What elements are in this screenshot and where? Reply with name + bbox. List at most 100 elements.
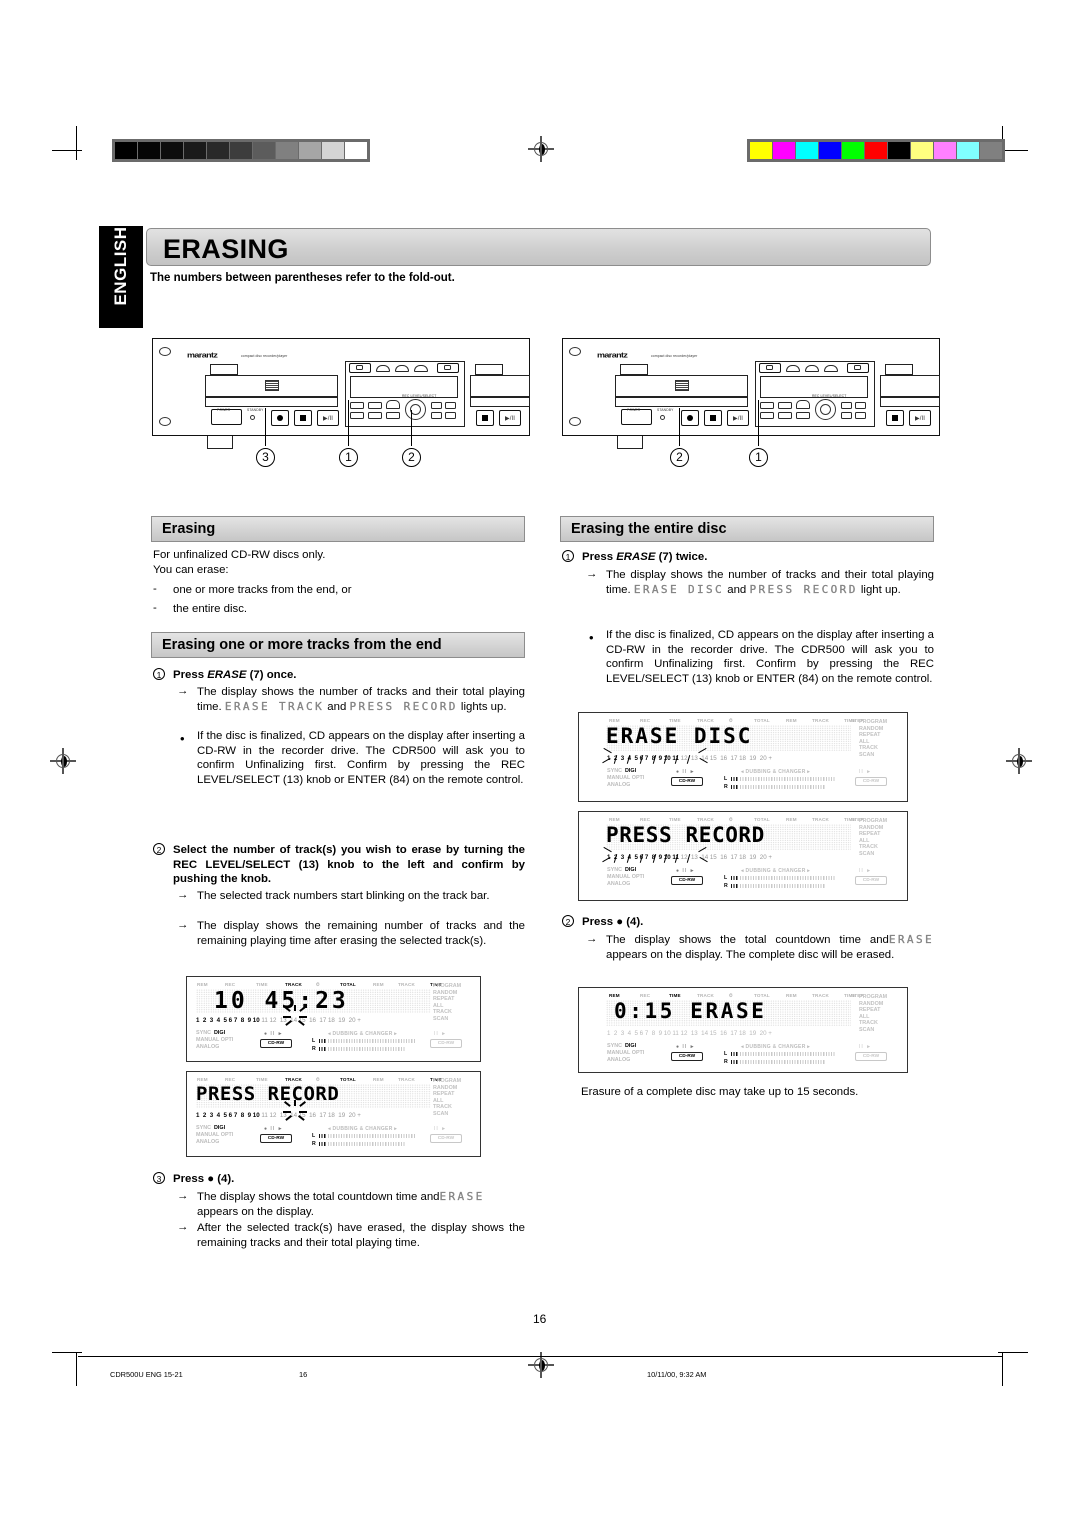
crop-mark-bl-v — [76, 1352, 78, 1386]
function-button-2[interactable] — [395, 365, 409, 372]
skip-next-button[interactable] — [855, 412, 866, 419]
lcd-label-rem: REM — [609, 718, 620, 723]
lcd-meter-left-label: L — [724, 776, 728, 782]
lcd-label-rem: REM — [197, 1077, 208, 1082]
finalize-button[interactable] — [796, 400, 810, 409]
page-title: ERASING — [163, 234, 289, 264]
button-row2-a[interactable] — [431, 402, 442, 409]
grayscale-swatch — [138, 142, 160, 159]
function-button-1[interactable] — [786, 365, 800, 372]
button-row2-b[interactable] — [855, 402, 866, 409]
skip-prev-button[interactable] — [841, 412, 852, 419]
skip-next-button[interactable] — [445, 412, 456, 419]
lcd-transport-icons-aux: II ► — [859, 868, 873, 874]
menu-button[interactable] — [368, 402, 382, 409]
lcd-meter-right-bars-hot — [731, 1060, 739, 1064]
color-calibration-bar — [747, 139, 1005, 162]
lcd-meter-left-bars — [740, 777, 835, 781]
lcd-meter-right-bars — [328, 1047, 406, 1051]
recorder-disc-tray — [470, 375, 530, 397]
lcd-meter-left-bars — [740, 876, 835, 880]
button-row2-a[interactable] — [841, 402, 852, 409]
registration-mark-top — [528, 136, 554, 162]
lcd-meter-left-bars-hot — [731, 876, 739, 880]
recorder-tray-label — [475, 364, 503, 375]
step-3-arrow-b: appears on the display. — [197, 1205, 314, 1218]
recorder-tray-label — [885, 364, 913, 375]
step-1-arrow-marker-left: → — [177, 685, 189, 697]
color-swatch — [957, 142, 979, 159]
player-tray-label — [620, 364, 648, 375]
step-2r-title-pre: Press — [582, 916, 617, 928]
player-lower-slot — [205, 397, 338, 407]
rack-screw-icon — [569, 347, 581, 356]
callout-leader-3 — [265, 408, 267, 446]
button-row1-e[interactable] — [778, 412, 792, 419]
lcd-label-total: TOTAL — [754, 718, 770, 723]
step-3-title-post: (4). — [214, 1173, 235, 1185]
step-2-title-left: Select the number of track(s) you wish t… — [173, 844, 525, 886]
grayscale-swatch — [115, 142, 137, 159]
lcd-cdrw-badge: CD-RW — [671, 1052, 703, 1061]
erasing-bullet-1: one or more tracks from the end, or — [173, 584, 352, 596]
color-swatch — [819, 142, 841, 159]
rack-screw-icon — [159, 347, 171, 356]
button-row1-f[interactable] — [796, 412, 810, 419]
lcd-label-rem: REM — [197, 982, 208, 987]
step-3-arrow1-text-left: The display shows the total countdown ti… — [197, 1190, 525, 1219]
lcd-source-labels: SYNC DIGI MANUAL OPTI ANALOG — [196, 1030, 234, 1051]
record-dot-icon — [277, 415, 283, 421]
device-right-pedestal — [617, 436, 643, 449]
button-row1-e[interactable] — [368, 412, 382, 419]
lcd-label-track2: TRACK — [812, 718, 830, 723]
lcd-label-rem: REM — [609, 993, 620, 998]
lcd-track-numbers: 1 2 3 4 5 6 7 8 9 10 11 12 13 14 15 16 1… — [196, 1017, 361, 1024]
power-label: POWER — [217, 408, 231, 412]
lcd-segment-text-2: PRESS RECORD — [196, 1083, 340, 1105]
skip-prev-button[interactable] — [431, 412, 442, 419]
erase-button[interactable] — [350, 402, 364, 409]
lcd-label-total: TOTAL — [340, 982, 356, 987]
step-1-title-left: Press ERASE (7) once. — [173, 668, 525, 683]
step-1r-title-post: (7) twice. — [655, 551, 708, 563]
lcd-mode-labels: PROGRAM RANDOM REPEAT ALL TRACK SCAN — [859, 994, 888, 1033]
function-button-1[interactable] — [376, 365, 390, 372]
lcd-meter-left-label: L — [724, 1051, 728, 1057]
step-1-marker-left: 1 — [153, 668, 165, 682]
compact-disc-icon — [265, 380, 279, 391]
lcd-meter-right-bars — [740, 785, 825, 789]
button-row2-b[interactable] — [445, 402, 456, 409]
step-1-arrow-text-right: The display shows the number of tracks a… — [606, 568, 934, 597]
step-1-title-post: (7) once. — [246, 669, 297, 681]
step-2-arrow1-marker-left: → — [177, 889, 189, 901]
button-row1-d[interactable] — [760, 412, 774, 419]
menu-button[interactable] — [778, 402, 792, 409]
function-button-3[interactable] — [414, 365, 428, 372]
function-button-3[interactable] — [824, 365, 838, 372]
lcd-source-labels: SYNC DIGI MANUAL OPTI ANALOG — [607, 1043, 645, 1064]
lcd-meter-right-bars-hot — [731, 785, 739, 789]
lcd-meter-left-bars — [740, 1052, 835, 1056]
heading-erasing-entire-disc-label: Erasing the entire disc — [571, 521, 727, 537]
button-row1-f[interactable] — [386, 412, 400, 419]
heading-erasing-entire-disc: Erasing the entire disc — [560, 516, 934, 542]
lcd-display-left-2: REM REC TIME TRACK ⏱ TOTAL REM TRACK TIM… — [186, 1071, 481, 1157]
brand-logo: marantz — [187, 351, 218, 359]
lcd-segment-text-5: 0:15 ERASE — [614, 999, 767, 1023]
step-1-title-em: ERASE — [207, 669, 247, 681]
heading-erasing-label: Erasing — [162, 521, 216, 537]
finalize-button[interactable] — [386, 400, 400, 409]
lcd-transport-icons-aux: II ► — [859, 769, 873, 775]
lcd-display-right-1: REM REC TIME TRACK ⏱ TOTAL REM TRACK TIM… — [578, 712, 908, 802]
function-button-2[interactable] — [805, 365, 819, 372]
grayscale-swatch — [207, 142, 229, 159]
erase-button[interactable] — [760, 402, 774, 409]
step-3-lcd-erase: ERASE — [439, 1190, 485, 1203]
button-row1-d[interactable] — [350, 412, 364, 419]
crop-mark-tl-h — [52, 150, 82, 152]
recorder-play-pause-icon: ▶/II — [505, 416, 516, 422]
lcd-transport-icons-main: ● II ► — [676, 868, 696, 874]
step-1-arrow-b: lights up. — [460, 700, 507, 713]
step-3-title-pre: Press — [173, 1173, 208, 1185]
lcd-cdrw-badge: CD-RW — [260, 1134, 292, 1143]
